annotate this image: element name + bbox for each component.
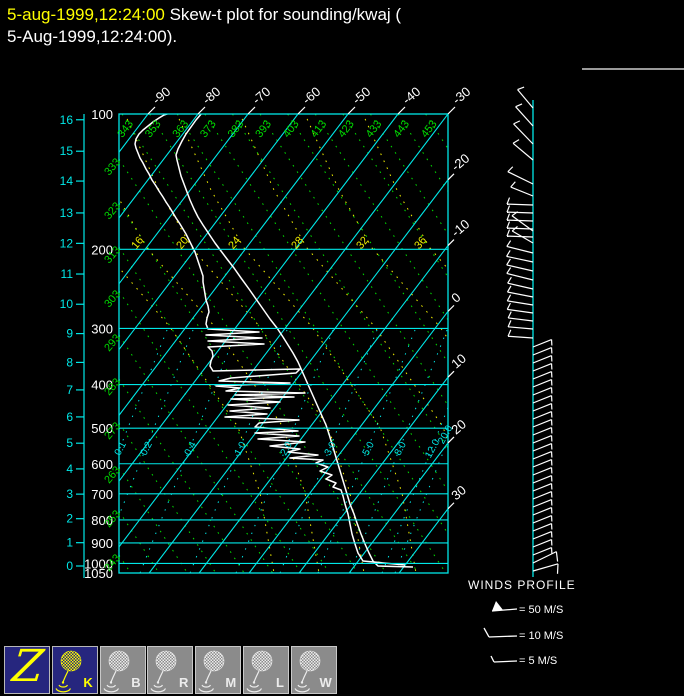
svg-text:2.0: 2.0 xyxy=(279,440,295,458)
height-axis: 012345678910111213141516 xyxy=(60,113,85,578)
svg-text:8: 8 xyxy=(66,355,73,369)
svg-text:5: 5 xyxy=(66,436,73,450)
svg-text:323: 323 xyxy=(102,200,123,222)
toolbar-button-letter: M xyxy=(225,675,237,690)
svg-text:13: 13 xyxy=(60,206,74,220)
svg-text:363: 363 xyxy=(170,118,191,140)
toolbar-button-letter: K xyxy=(83,675,93,690)
svg-text:700: 700 xyxy=(91,487,113,502)
toolbar-button-w[interactable]: W xyxy=(290,646,337,694)
legend-10ms-label: = 10 M/S xyxy=(519,630,564,642)
balloon-icon xyxy=(198,650,225,693)
svg-text:373: 373 xyxy=(198,118,219,140)
app-window: 5-aug-1999,12:24:00 Skew-t plot for soun… xyxy=(0,0,684,696)
svg-text:-60: -60 xyxy=(299,84,323,108)
toolbar-button-letter: W xyxy=(319,675,332,690)
svg-text:15: 15 xyxy=(60,144,74,158)
svg-text:353: 353 xyxy=(143,118,164,140)
svg-text:14: 14 xyxy=(60,174,74,188)
svg-text:0: 0 xyxy=(448,290,463,306)
svg-text:0.1: 0.1 xyxy=(113,440,129,458)
toolbar: Z K B R M L W xyxy=(0,641,684,696)
svg-text:0.4: 0.4 xyxy=(183,440,199,458)
svg-text:10: 10 xyxy=(448,351,469,372)
toolbar-button-letter: B xyxy=(131,675,141,690)
temperature-trace xyxy=(175,114,414,568)
skewt-plot: 10020030040050060070080090010001050-90 -8… xyxy=(60,84,559,663)
svg-text:0.2: 0.2 xyxy=(139,440,155,458)
toolbar-button-letter: L xyxy=(276,675,284,690)
svg-text:-30: -30 xyxy=(449,84,473,108)
svg-text:383: 383 xyxy=(226,118,247,140)
svg-text:-40: -40 xyxy=(399,84,423,108)
plot-clipped-layers xyxy=(119,114,448,573)
svg-text:423: 423 xyxy=(336,118,357,140)
svg-text:453: 453 xyxy=(419,118,440,140)
winds-profile-title: WINDS PROFILE xyxy=(468,578,576,592)
toolbar-button-k[interactable]: K xyxy=(51,646,98,694)
svg-text:393: 393 xyxy=(253,118,274,140)
svg-text:1: 1 xyxy=(66,536,73,550)
svg-text:443: 443 xyxy=(391,118,412,140)
svg-text:5.0: 5.0 xyxy=(361,440,377,458)
legend-50ms-label: = 50 M/S xyxy=(519,604,564,616)
svg-text:12: 12 xyxy=(60,236,74,250)
svg-text:16: 16 xyxy=(60,113,74,127)
svg-text:413: 413 xyxy=(308,118,329,140)
svg-text:9: 9 xyxy=(66,327,73,341)
svg-text:333: 333 xyxy=(102,156,123,178)
svg-text:6: 6 xyxy=(66,410,73,424)
svg-text:-70: -70 xyxy=(249,84,273,108)
svg-text:-20: -20 xyxy=(448,151,472,175)
zeb-logo: Z xyxy=(10,641,46,692)
svg-text:3: 3 xyxy=(66,487,73,501)
toolbar-button-z[interactable]: Z xyxy=(4,641,50,694)
svg-text:-80: -80 xyxy=(199,84,223,108)
svg-text:10: 10 xyxy=(60,297,74,311)
svg-text:100: 100 xyxy=(91,107,113,122)
svg-text:4: 4 xyxy=(66,462,73,476)
toolbar-button-m[interactable]: M xyxy=(195,646,242,694)
svg-text:30: 30 xyxy=(448,482,469,503)
toolbar-button-b[interactable]: B xyxy=(99,646,146,694)
balloon-icon xyxy=(55,650,82,693)
svg-text:403: 403 xyxy=(281,118,302,140)
svg-text:300: 300 xyxy=(91,321,113,336)
svg-text:-50: -50 xyxy=(349,84,373,108)
svg-text:900: 900 xyxy=(91,536,113,551)
svg-text:1.0: 1.0 xyxy=(233,440,249,458)
svg-text:8.0: 8.0 xyxy=(393,440,409,458)
dewpoint-trace xyxy=(134,114,406,566)
toolbar-button-r[interactable]: R xyxy=(147,646,194,694)
svg-text:303: 303 xyxy=(102,288,123,310)
balloon-icon xyxy=(246,650,273,693)
balloon-icon xyxy=(103,650,129,693)
pennant-barb-icon xyxy=(492,601,503,611)
toolbar-button-l[interactable]: L xyxy=(243,646,289,694)
svg-text:-10: -10 xyxy=(448,216,472,240)
wind-profile xyxy=(506,86,559,577)
balloon-icon xyxy=(294,650,321,693)
svg-text:2: 2 xyxy=(66,512,73,526)
balloon-icon xyxy=(150,650,177,693)
toolbar-button-letter: R xyxy=(179,675,189,690)
pressure-grid xyxy=(118,113,449,574)
svg-text:-90: -90 xyxy=(149,84,173,108)
svg-text:11: 11 xyxy=(61,267,74,281)
svg-text:3.0: 3.0 xyxy=(323,440,339,458)
svg-text:0: 0 xyxy=(66,559,73,573)
svg-text:7: 7 xyxy=(66,383,73,397)
